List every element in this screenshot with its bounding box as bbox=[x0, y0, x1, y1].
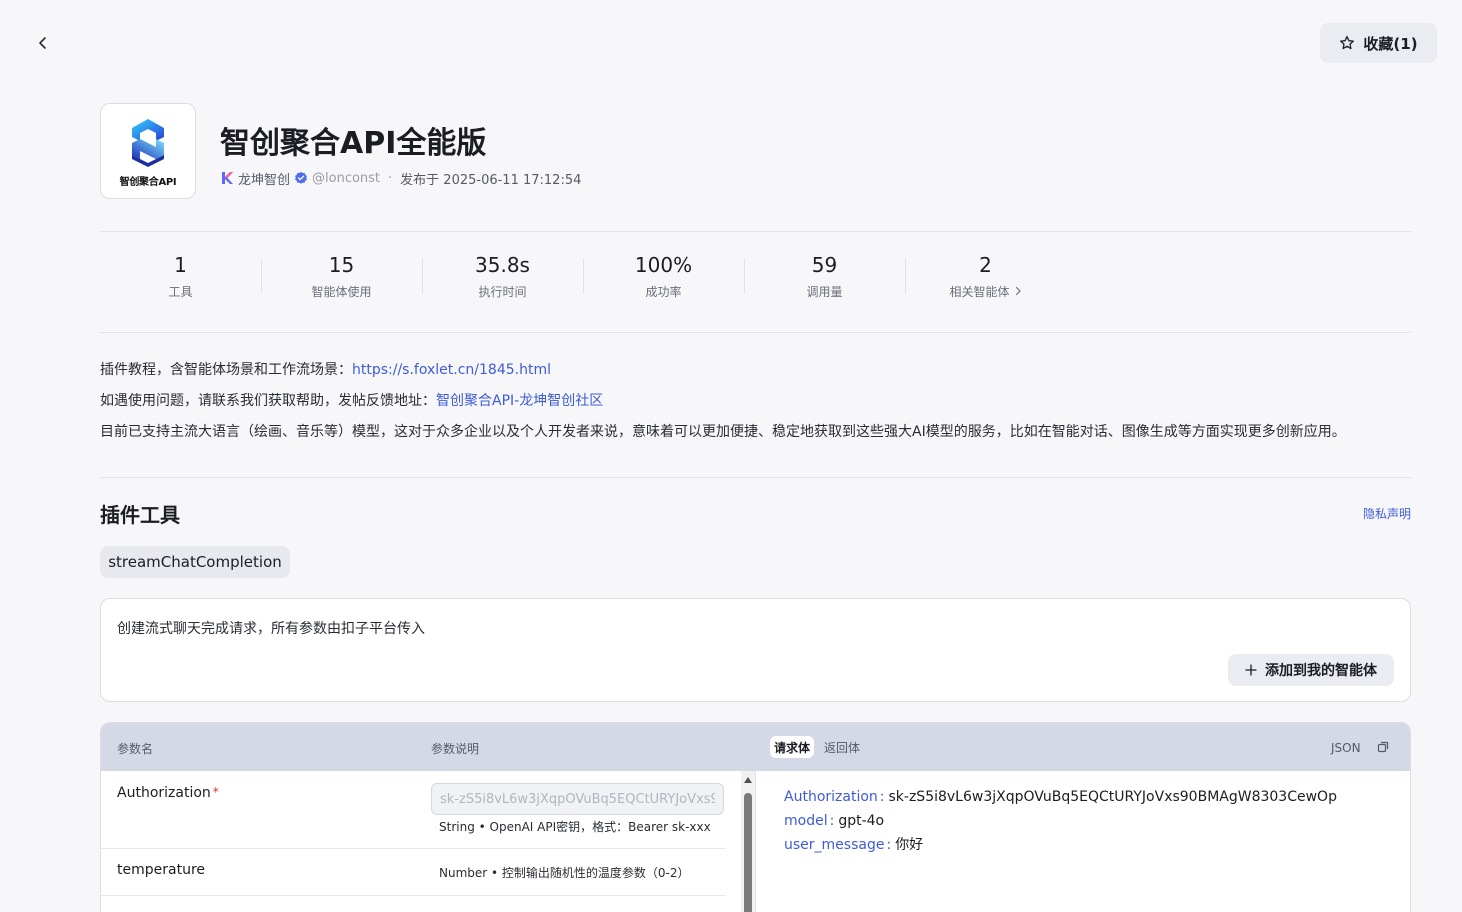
stat-success-rate: 100% 成功率 bbox=[583, 248, 744, 304]
desc-line-feedback: 如遇使用问题，请联系我们获取帮助，发帖反馈地址：智创聚合API-龙坤智创社区 bbox=[100, 393, 604, 409]
stats-row: 1 工具 15 智能体使用 35.8s 执行时间 100% 成功率 59 调用量… bbox=[100, 248, 1066, 304]
author-handle: @lonconst bbox=[312, 170, 381, 186]
authorization-input[interactable] bbox=[431, 783, 724, 815]
tutorial-link[interactable]: https://s.foxlet.cn/1845.html bbox=[352, 362, 551, 378]
stat-label: 调用量 bbox=[806, 284, 843, 299]
section-title-tools: 插件工具 bbox=[100, 503, 180, 527]
stat-value: 35.8s bbox=[475, 252, 530, 277]
stat-label: 执行时间 bbox=[478, 284, 527, 299]
add-to-bot-button[interactable]: 添加到我的智能体 bbox=[1228, 654, 1394, 686]
plugin-meta: 龙坤智创 @lonconst · 发布于 2025-06-11 17:12:54 bbox=[220, 168, 581, 188]
param-info: Number • 控制输出随机性的温度参数（0-2） bbox=[439, 866, 690, 880]
plugin-detail-page: 收藏(1) 智创聚合API 智创聚合API全能版 龙坤智创 @lonconst … bbox=[0, 0, 1462, 912]
published-time: 发布于 2025-06-11 17:12:54 bbox=[400, 172, 582, 188]
stat-value: 59 bbox=[811, 252, 838, 277]
tool-card: 创建流式聊天完成请求，所有参数由扣子平台传入 添加到我的智能体 bbox=[100, 598, 1411, 702]
desc-line-tutorial: 插件教程，含智能体场景和工作流场景：https://s.foxlet.cn/18… bbox=[100, 362, 551, 378]
request-field-model: model: gpt-4o bbox=[784, 813, 885, 829]
request-field-authorization: Authorization: sk-zS5i8vL6w3jXqpOVuBq5EQC… bbox=[784, 789, 1337, 805]
add-to-bot-label: 添加到我的智能体 bbox=[1265, 663, 1377, 679]
back-button[interactable] bbox=[30, 30, 56, 56]
plus-icon bbox=[1245, 664, 1257, 676]
col-header-name: 参数名 bbox=[117, 742, 154, 756]
plugin-description: 插件教程，含智能体场景和工作流场景：https://s.foxlet.cn/18… bbox=[100, 355, 1346, 448]
meta-separator: · bbox=[388, 170, 393, 186]
stat-related-bots[interactable]: 2 相关智能体 bbox=[905, 248, 1066, 304]
stat-exec-time: 35.8s 执行时间 bbox=[422, 248, 583, 304]
tool-tab-streamchatcompletion[interactable]: streamChatCompletion bbox=[100, 546, 290, 578]
scroll-thumb[interactable] bbox=[744, 793, 752, 912]
params-header: 参数名 参数说明 请求体 返回体 JSON bbox=[101, 723, 1410, 771]
desc-line-summary: 目前已支持主流大语言（绘画、音乐等）模型，这对于众多企业以及个人开发者来说，意味… bbox=[100, 424, 1346, 440]
params-panel: 参数名 参数说明 请求体 返回体 JSON Authorization* Str… bbox=[100, 722, 1411, 912]
chevron-right-icon bbox=[1015, 286, 1021, 296]
stat-call-count: 59 调用量 bbox=[744, 248, 905, 304]
pane-divider bbox=[755, 771, 756, 912]
divider-stats bbox=[100, 332, 1411, 333]
plugin-title: 智创聚合API全能版 bbox=[220, 126, 487, 161]
privacy-link[interactable]: 隐私声明 bbox=[1363, 505, 1411, 522]
json-label: JSON bbox=[1331, 741, 1361, 755]
stat-label: 智能体使用 bbox=[311, 284, 372, 299]
stat-tools: 1 工具 bbox=[100, 248, 261, 304]
author-name[interactable]: 龙坤智创 bbox=[238, 169, 290, 188]
favorite-label: 收藏(1) bbox=[1363, 34, 1418, 53]
verified-badge-icon bbox=[295, 171, 307, 184]
plugin-logo: 智创聚合API bbox=[100, 103, 196, 199]
plugin-logo-text: 智创聚合API bbox=[119, 176, 177, 188]
divider-top bbox=[100, 231, 1411, 232]
copy-icon[interactable] bbox=[1377, 741, 1389, 753]
param-name: Authorization * bbox=[117, 785, 219, 801]
param-row-authorization: Authorization* String • OpenAI API密钥，格式：… bbox=[101, 771, 725, 848]
stat-bot-usage: 15 智能体使用 bbox=[261, 248, 422, 304]
request-field-user-message: user_message: 你好 bbox=[784, 837, 924, 853]
scroll-up-arrow-icon[interactable] bbox=[744, 777, 752, 783]
favorite-button[interactable]: 收藏(1) bbox=[1320, 23, 1437, 63]
stat-label: 成功率 bbox=[645, 284, 682, 299]
row-divider bbox=[101, 895, 725, 896]
tab-request-body[interactable]: 请求体 bbox=[770, 736, 815, 758]
stat-label: 工具 bbox=[168, 284, 193, 299]
plugin-logo-mark bbox=[132, 118, 164, 167]
col-header-desc: 参数说明 bbox=[431, 742, 480, 756]
required-mark: * bbox=[212, 785, 219, 799]
tab-response-body[interactable]: 返回体 bbox=[820, 736, 864, 758]
param-row-temperature: temperature Number • 控制输出随机性的温度参数（0-2） bbox=[101, 849, 725, 895]
tool-description: 创建流式聊天完成请求，所有参数由扣子平台传入 bbox=[117, 621, 425, 637]
stat-value: 2 bbox=[979, 252, 992, 277]
stat-value: 15 bbox=[328, 252, 355, 277]
stat-value: 1 bbox=[174, 252, 187, 277]
divider-desc bbox=[100, 477, 1411, 478]
author-logo-icon bbox=[222, 172, 233, 184]
param-name: temperature bbox=[117, 862, 205, 878]
params-list: Authorization* String • OpenAI API密钥，格式：… bbox=[101, 771, 741, 912]
stat-label: 相关智能体 bbox=[949, 284, 1010, 299]
params-scrollbar[interactable] bbox=[741, 771, 755, 912]
param-info: String • OpenAI API密钥，格式：Bearer sk-xxx bbox=[439, 820, 711, 834]
stat-value: 100% bbox=[634, 252, 693, 277]
request-body-view: Authorization: sk-zS5i8vL6w3jXqpOVuBq5EQC… bbox=[784, 785, 1337, 857]
star-icon bbox=[1340, 35, 1355, 50]
chevron-left-icon bbox=[39, 37, 46, 49]
community-link[interactable]: 智创聚合API-龙坤智创社区 bbox=[436, 393, 603, 409]
